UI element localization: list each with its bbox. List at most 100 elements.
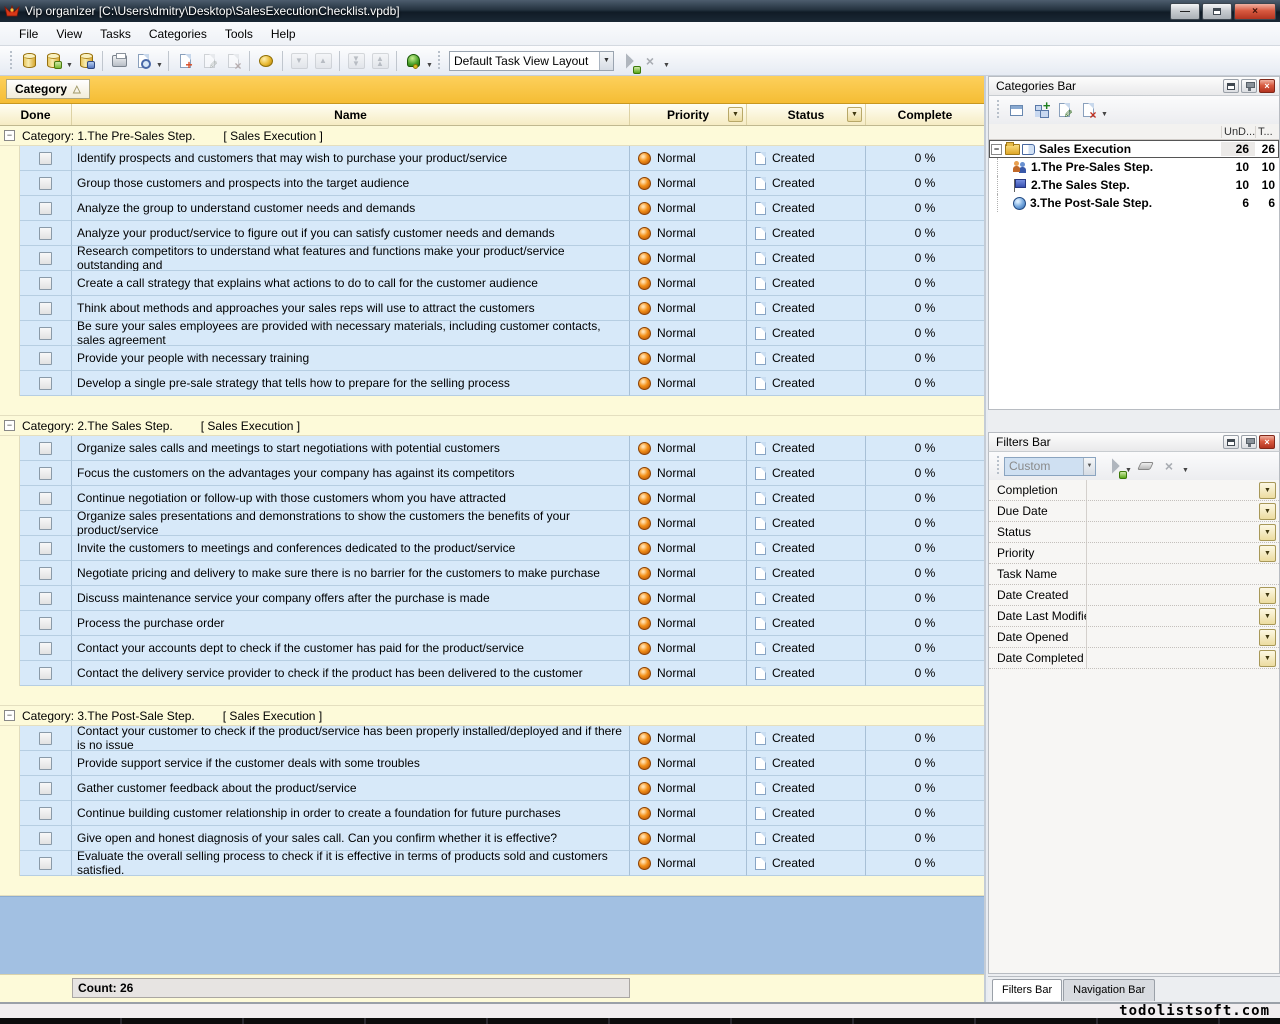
filter-preset-dropdown-icon[interactable]: ▼ — [1083, 458, 1095, 475]
group-by-category-button[interactable]: Category △ — [6, 79, 90, 99]
task-checkbox[interactable] — [39, 467, 52, 480]
open-database-icon-dropdown[interactable]: ▼ — [65, 50, 74, 72]
edit-task-icon[interactable] — [197, 50, 221, 72]
tree-item-3-the-post-sale-step-[interactable]: 3.The Post-Sale Step.66 — [989, 194, 1279, 212]
move-down-icon[interactable]: ▼ — [287, 50, 311, 72]
move-top-icon[interactable]: ▲▲ — [368, 50, 392, 72]
task-row[interactable]: Create a call strategy that explains wha… — [0, 271, 984, 296]
task-checkbox[interactable] — [39, 567, 52, 580]
tree-item-sales-execution[interactable]: −Sales Execution2626 — [989, 140, 1279, 158]
collapse-group-icon[interactable]: − — [4, 420, 15, 431]
task-row[interactable]: Focus the customers on the advantages yo… — [0, 461, 984, 486]
task-checkbox[interactable] — [39, 227, 52, 240]
category-group-row[interactable]: −Category: 1.The Pre-Sales Step.[ Sales … — [0, 126, 984, 146]
apply-filter-icon[interactable] — [1100, 455, 1124, 477]
filter-value-dropdown-icon[interactable]: ▼ — [1259, 650, 1276, 667]
filter-value-field[interactable] — [1087, 606, 1259, 626]
new-subcategory-icon[interactable] — [1028, 99, 1052, 121]
filters-bar-restore-icon[interactable] — [1223, 435, 1239, 449]
task-checkbox[interactable] — [39, 667, 52, 680]
task-checkbox[interactable] — [39, 832, 52, 845]
clear-filter-icon[interactable] — [1133, 455, 1157, 477]
menu-file[interactable]: File — [10, 24, 47, 44]
save-database-icon[interactable] — [74, 50, 98, 72]
tree-column-total[interactable]: T... — [1255, 126, 1279, 138]
move-bottom-icon[interactable]: ▼▼ — [344, 50, 368, 72]
task-row[interactable]: Continue building customer relationship … — [0, 801, 984, 826]
menu-help[interactable]: Help — [262, 24, 305, 44]
delete-layout-icon[interactable]: × — [638, 50, 662, 72]
tree-item-1-the-pre-sales-step-[interactable]: 1.The Pre-Sales Step.1010 — [989, 158, 1279, 176]
task-row[interactable]: Be sure your sales employees are provide… — [0, 321, 984, 346]
menu-view[interactable]: View — [47, 24, 91, 44]
filter-value-dropdown-icon[interactable]: ▼ — [1259, 587, 1276, 604]
open-database-icon[interactable] — [41, 50, 65, 72]
move-up-icon[interactable]: ▲ — [311, 50, 335, 72]
filter-value-dropdown-icon[interactable]: ▼ — [1259, 545, 1276, 562]
task-row[interactable]: Identify prospects and customers that ma… — [0, 146, 984, 171]
task-row[interactable]: Continue negotiation or follow-up with t… — [0, 486, 984, 511]
new-database-icon[interactable] — [17, 50, 41, 72]
task-checkbox[interactable] — [39, 327, 52, 340]
task-checkbox[interactable] — [39, 152, 52, 165]
task-checkbox[interactable] — [39, 492, 52, 505]
menu-tasks[interactable]: Tasks — [91, 24, 140, 44]
new-category-icon[interactable] — [1004, 99, 1028, 121]
task-row[interactable]: Discuss maintenance service your company… — [0, 586, 984, 611]
reminder-icon-dropdown[interactable]: ▼ — [425, 50, 434, 72]
task-row[interactable]: Contact the delivery service provider to… — [0, 661, 984, 686]
task-row[interactable]: Evaluate the overall selling process to … — [0, 851, 984, 876]
complete-task-icon[interactable] — [254, 50, 278, 72]
print-icon[interactable] — [107, 50, 131, 72]
filter-value-field[interactable] — [1087, 627, 1259, 647]
priority-filter-dropdown-icon[interactable]: ▼ — [728, 107, 743, 122]
filter-value-field[interactable] — [1087, 648, 1259, 668]
filter-value-dropdown-icon[interactable]: ▼ — [1259, 482, 1276, 499]
task-checkbox[interactable] — [39, 782, 52, 795]
task-row[interactable]: Invite the customers to meetings and con… — [0, 536, 984, 561]
column-header-done[interactable]: Done — [0, 104, 72, 125]
filter-value-field[interactable] — [1087, 543, 1259, 563]
reminder-icon[interactable] — [401, 50, 425, 72]
task-checkbox[interactable] — [39, 857, 52, 870]
tree-column-undone[interactable]: UnD... — [1221, 126, 1255, 138]
task-row[interactable]: Analyze the group to understand customer… — [0, 196, 984, 221]
filters-bar-pin-icon[interactable] — [1241, 435, 1257, 449]
collapse-group-icon[interactable]: − — [4, 130, 15, 141]
task-checkbox[interactable] — [39, 177, 52, 190]
task-checkbox[interactable] — [39, 757, 52, 770]
filter-value-field[interactable] — [1087, 501, 1259, 521]
layout-combobox-dropdown-icon[interactable]: ▼ — [599, 52, 613, 70]
task-checkbox[interactable] — [39, 202, 52, 215]
column-header-name[interactable]: Name — [72, 104, 630, 125]
task-row[interactable]: Develop a single pre-sale strategy that … — [0, 371, 984, 396]
menu-tools[interactable]: Tools — [216, 24, 262, 44]
task-checkbox[interactable] — [39, 377, 52, 390]
task-checkbox[interactable] — [39, 252, 52, 265]
task-checkbox[interactable] — [39, 277, 52, 290]
task-checkbox[interactable] — [39, 517, 52, 530]
filters-toolbar-overflow-icon[interactable]: ▼ — [1181, 455, 1190, 477]
categories-bar-pin-icon[interactable] — [1241, 79, 1257, 93]
menu-categories[interactable]: Categories — [140, 24, 216, 44]
column-header-priority[interactable]: Priority▼ — [630, 104, 747, 125]
dock-tab-navigation-bar[interactable]: Navigation Bar — [1063, 979, 1155, 1001]
task-row[interactable]: Provide your people with necessary train… — [0, 346, 984, 371]
task-row[interactable]: Contact your customer to check if the pr… — [0, 726, 984, 751]
delete-category-icon[interactable] — [1076, 99, 1100, 121]
task-checkbox[interactable] — [39, 807, 52, 820]
status-filter-dropdown-icon[interactable]: ▼ — [847, 107, 862, 122]
filter-value-dropdown-icon[interactable]: ▼ — [1259, 629, 1276, 646]
print-preview-icon[interactable] — [131, 50, 155, 72]
task-checkbox[interactable] — [39, 352, 52, 365]
task-checkbox[interactable] — [39, 442, 52, 455]
task-checkbox[interactable] — [39, 302, 52, 315]
print-preview-icon-dropdown[interactable]: ▼ — [155, 50, 164, 72]
task-checkbox[interactable] — [39, 642, 52, 655]
task-row[interactable]: Provide support service if the customer … — [0, 751, 984, 776]
task-checkbox[interactable] — [39, 592, 52, 605]
task-row[interactable]: Process the purchase orderNormalCreated0… — [0, 611, 984, 636]
filter-value-field[interactable] — [1087, 522, 1259, 542]
collapse-group-icon[interactable]: − — [4, 710, 15, 721]
categories-bar-close-icon[interactable]: × — [1259, 79, 1275, 93]
